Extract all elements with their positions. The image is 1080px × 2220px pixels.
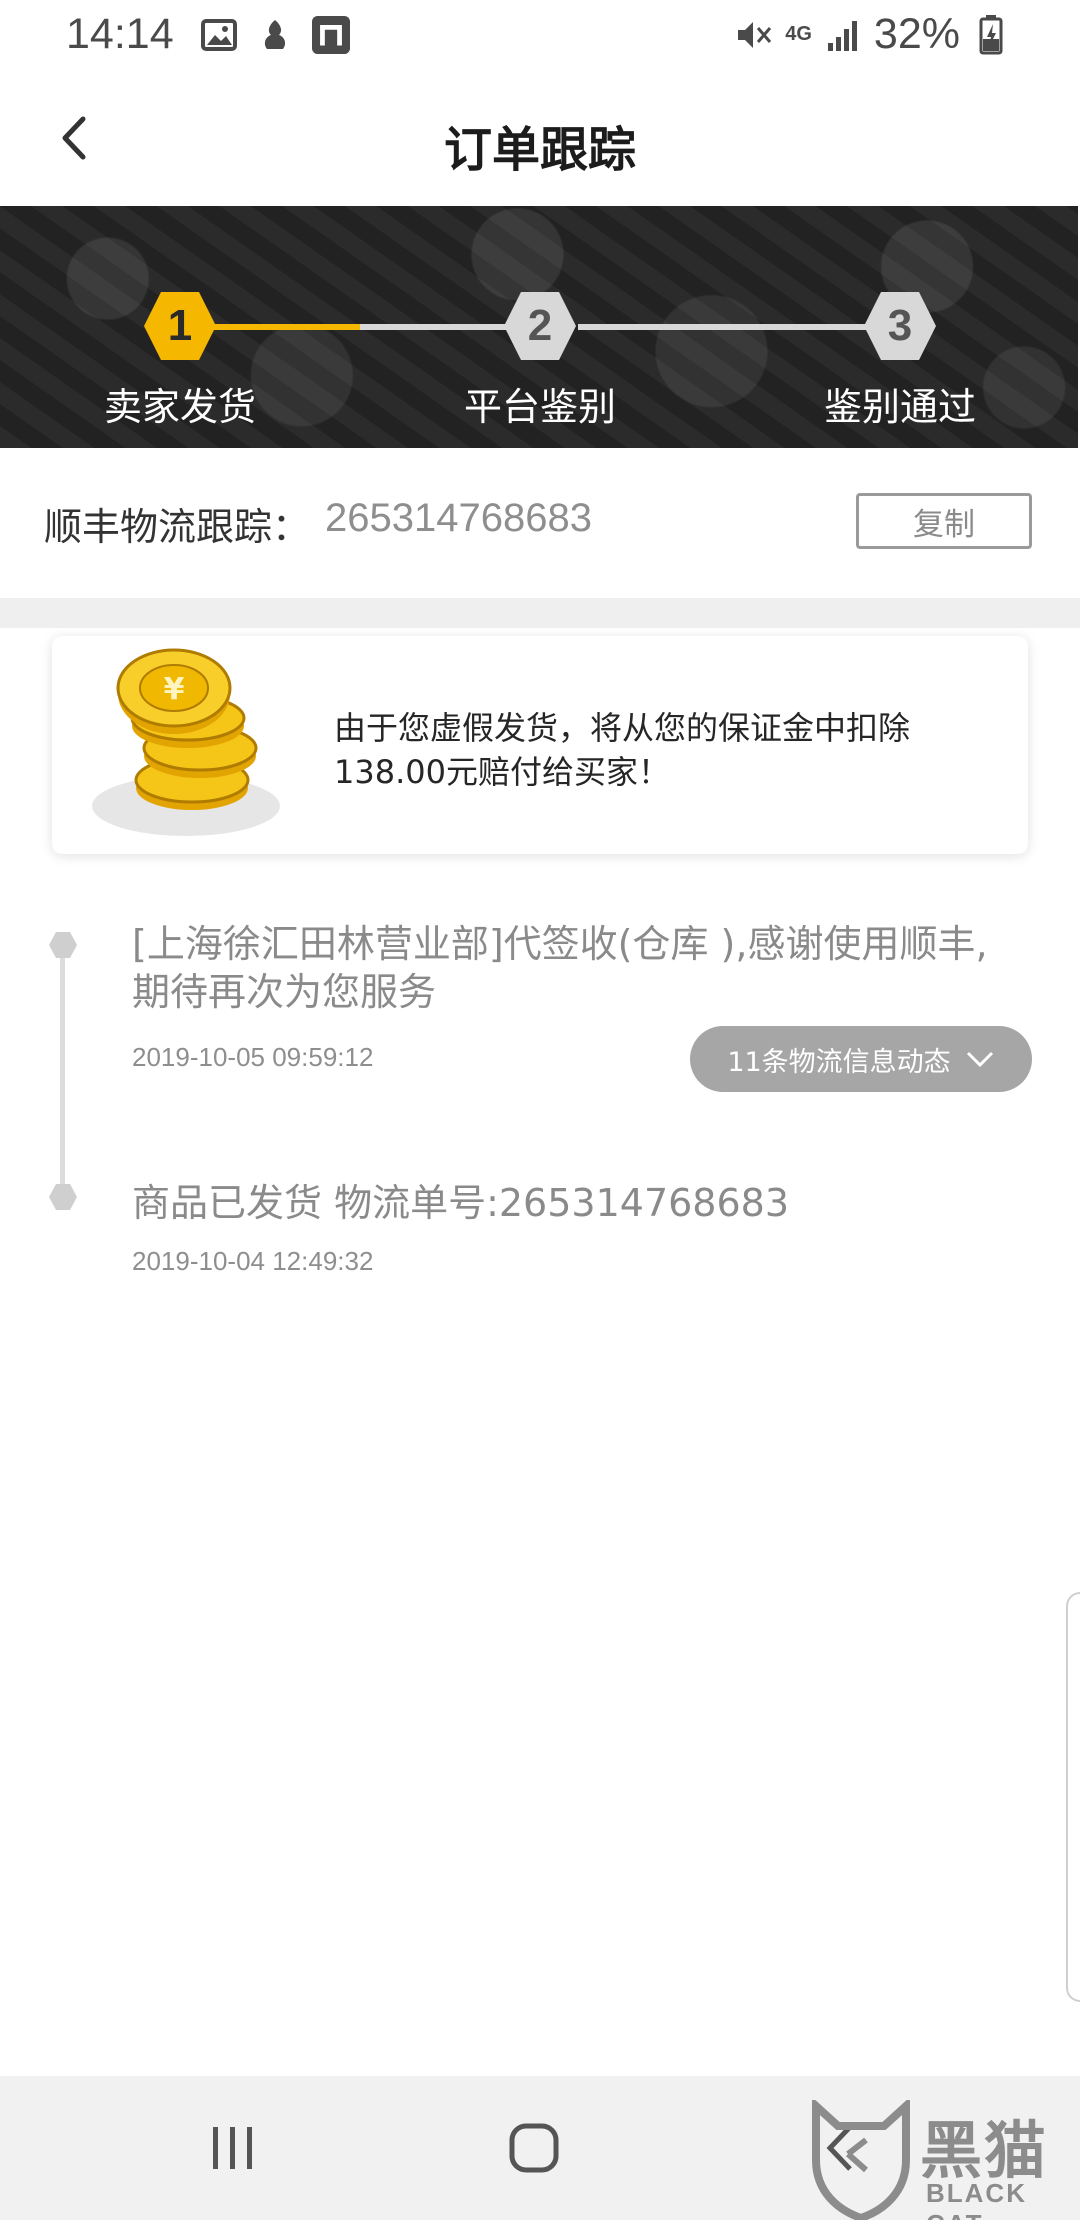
notification-icons [200, 16, 350, 54]
n-app-icon [312, 16, 350, 54]
copy-button[interactable]: 复制 [856, 493, 1032, 549]
step-1-label: 卖家发货 [103, 385, 256, 429]
step-2-number: 2 [527, 301, 553, 350]
deduction-notice-card: ¥ 由于您虚假发货，将从您的保证金中扣除 138.00元赔付给买家！ [52, 636, 1028, 854]
tracking-number: 265314768683 [325, 496, 592, 540]
edge-panel-handle[interactable] [1066, 1592, 1080, 2002]
home-icon [509, 2123, 559, 2173]
watermark-cn: 黑猫 [920, 2114, 1049, 2187]
mute-icon [735, 16, 773, 54]
timeline-dot [49, 932, 77, 958]
timeline-entry-1-time: 2019-10-05 09:59:12 [132, 1042, 374, 1072]
timeline-entry-2-time: 2019-10-04 12:49:32 [132, 1246, 374, 1276]
step-3-badge: 3 [862, 288, 938, 364]
step-1-badge: 1 [142, 288, 218, 364]
timeline-entry-1: [上海徐汇田林营业部]代签收(仓库 ),感谢使用顺丰, 期待再次为您服务 [132, 920, 1032, 1016]
notice-message: 由于您虚假发货，将从您的保证金中扣除 138.00元赔付给买家！ [334, 706, 994, 794]
signal-icon [824, 16, 862, 54]
notice-line-2: 138.00元赔付给买家！ [334, 753, 670, 791]
tracking-label: 顺丰物流跟踪： [44, 505, 311, 549]
progress-banner: 1 2 3 卖家发货 平台鉴别 鉴别通过 [0, 206, 1078, 448]
blackcat-watermark: 黑猫 BLACK CAT [808, 2100, 1080, 2220]
svg-text:¥: ¥ [164, 672, 185, 707]
step-3-label: 鉴别通过 [823, 385, 976, 429]
network-type: 4G [785, 23, 812, 45]
app-header: 订单跟踪 [0, 72, 1080, 206]
home-button[interactable] [494, 2112, 574, 2184]
section-divider [0, 598, 1080, 628]
status-time: 14:14 [66, 10, 174, 58]
status-bar: 14:14 4G 32% [0, 0, 1080, 72]
image-icon [200, 16, 238, 54]
watermark-en: BLACK CAT [926, 2178, 1027, 2220]
app-notification-icon [256, 16, 294, 54]
page-title: 订单跟踪 [443, 122, 636, 178]
timeline-dot [49, 1184, 77, 1210]
recent-apps-button[interactable] [193, 2112, 273, 2184]
step-1-number: 1 [167, 301, 193, 350]
timeline-entry-1-line1: [上海徐汇田林营业部]代签收(仓库 ),感谢使用顺丰, [132, 922, 988, 966]
battery-percent: 32% [873, 10, 960, 58]
cat-shield-logo-icon [812, 2100, 910, 2220]
recent-apps-icon [213, 2127, 252, 2169]
logistics-updates-label: 11条物流信息动态 [727, 1046, 951, 1078]
timeline-entry-1-line2: 期待再次为您服务 [132, 970, 437, 1014]
step-connector [578, 324, 900, 330]
coins-icon: ¥ [92, 648, 280, 836]
logistics-updates-button[interactable]: 11条物流信息动态 [690, 1026, 1032, 1092]
chevron-down-icon [966, 1051, 993, 1068]
notice-line-1: 由于您虚假发货，将从您的保证金中扣除 [334, 709, 911, 747]
step-3-number: 3 [887, 301, 913, 350]
step-2-label: 平台鉴别 [463, 385, 616, 429]
status-right: 4G 32% [735, 10, 1010, 59]
timeline-line [60, 944, 65, 1196]
tracking-row: 顺丰物流跟踪： 265314768683 复制 [0, 448, 1080, 598]
step-2-badge: 2 [502, 288, 578, 364]
timeline-entry-2: 商品已发货 物流单号:265314768683 [132, 1181, 790, 1225]
screen: 14:14 4G 32% 订单跟踪 1 2 3 卖家发货 平台鉴别 鉴别通过 顺… [0, 0, 1080, 2220]
battery-charging-icon [972, 14, 1010, 54]
